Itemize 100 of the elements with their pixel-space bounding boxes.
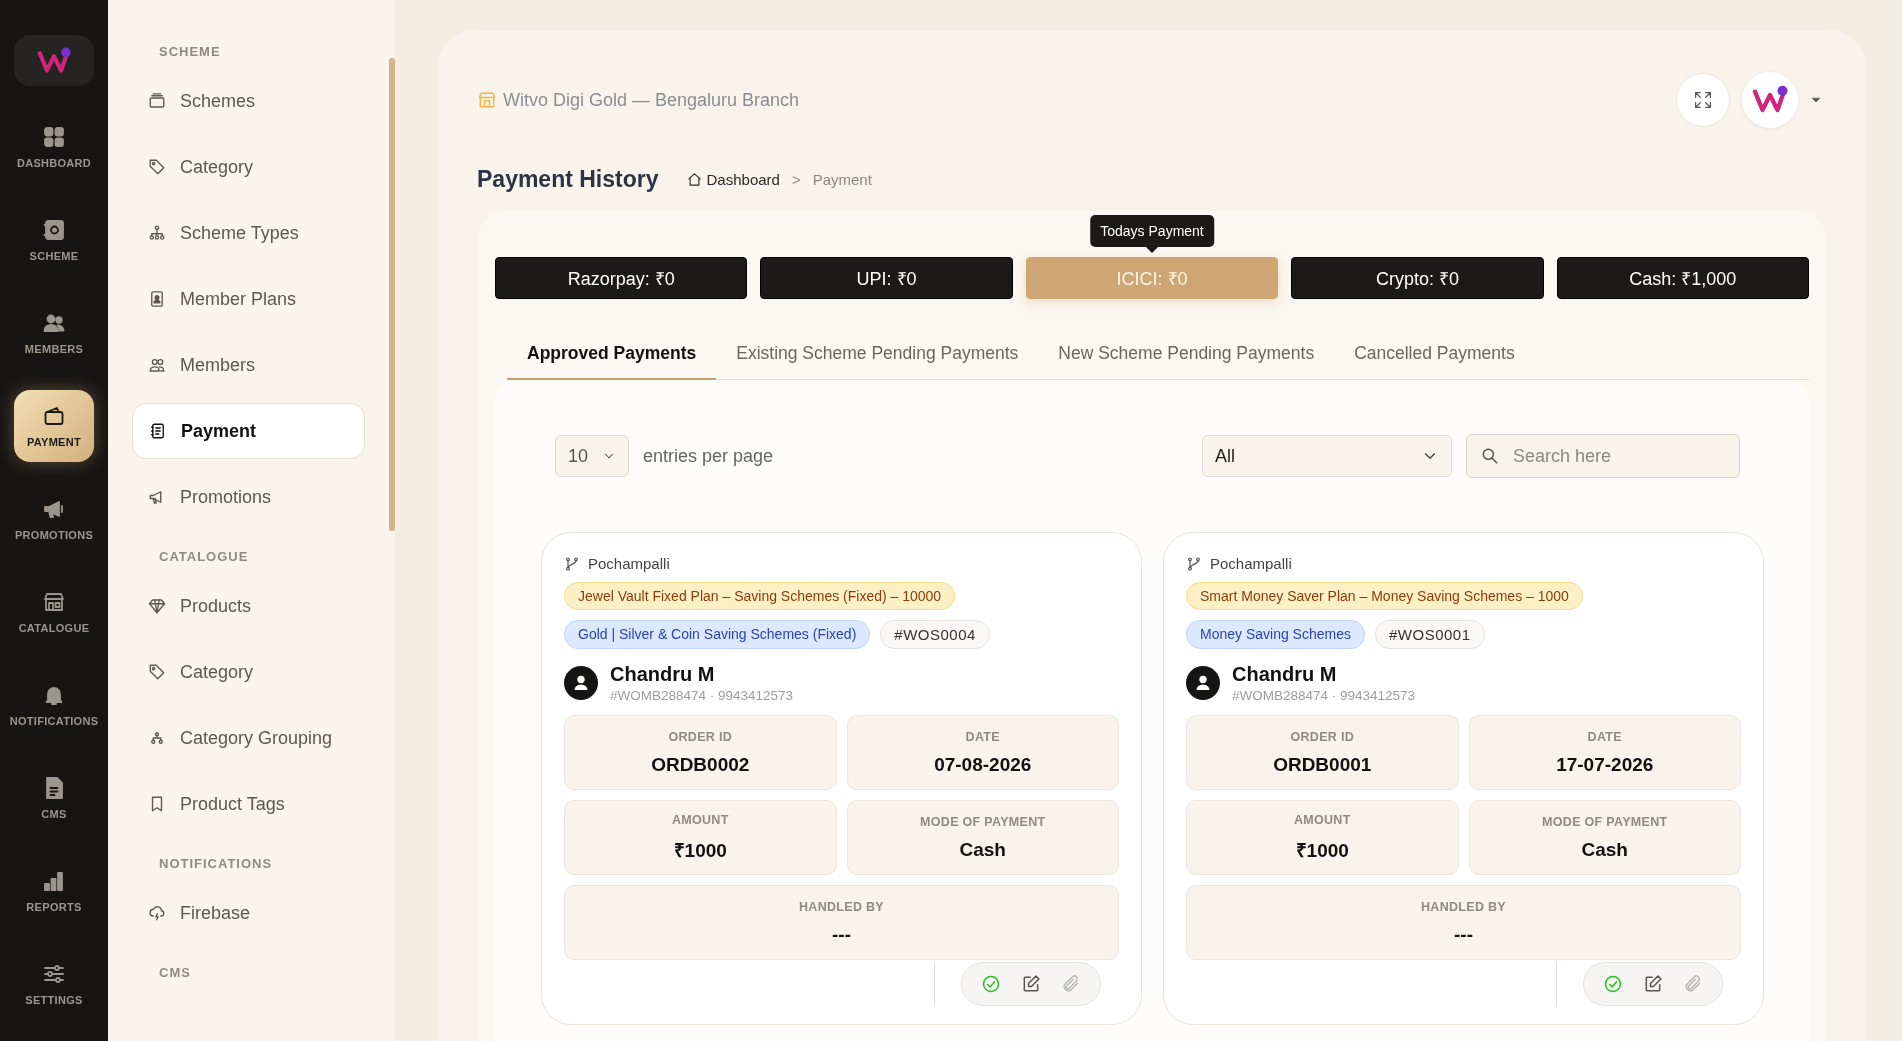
home-icon [686, 172, 702, 187]
rail-nav-item[interactable]: CMS [14, 762, 94, 834]
check-circle-icon [981, 974, 1001, 994]
tab[interactable]: Existing Scheme Pending Payments [716, 331, 1039, 380]
page-title: Payment History [477, 166, 659, 193]
field-value: ₹1000 [1295, 838, 1349, 863]
paperclip-icon [1683, 974, 1703, 994]
rail-nav-item[interactable]: SETTINGS [14, 948, 94, 1020]
field-label: DATE [965, 729, 1000, 744]
branch-name: Witvo Digi Gold — Bengaluru Branch [503, 89, 800, 111]
sidebar-item[interactable]: Category Grouping [132, 710, 365, 766]
edit-icon [1021, 974, 1041, 994]
rail-nav-item[interactable]: PROMOTIONS [11, 483, 97, 555]
tooltip: Todays Payment [1090, 215, 1214, 247]
sidebar-item[interactable]: Product Tags [132, 776, 365, 832]
grid-icon [42, 125, 66, 149]
payment-total-button[interactable]: UPI: ₹0 [760, 257, 1013, 299]
scrollbar[interactable] [389, 58, 395, 531]
sidebar-item[interactable]: Member Plans [132, 271, 365, 327]
payment-total-button[interactable]: Crypto: ₹0 [1291, 257, 1544, 299]
rail-nav-item[interactable]: MEMBERS [14, 297, 94, 369]
branch-label: Pochampalli [588, 555, 670, 572]
edit-icon [1643, 974, 1663, 994]
hierarchy-icon [148, 224, 166, 242]
sidebar-item[interactable]: Products [132, 578, 365, 634]
rail-nav-item[interactable]: REPORTS [14, 855, 94, 927]
section-heading: CATALOGUE [159, 549, 250, 564]
fullscreen-button[interactable] [1676, 73, 1730, 127]
page-size-label: entries per page [643, 445, 774, 467]
field-label: HANDLED BY [799, 899, 884, 914]
rail-nav-item[interactable]: CATALOGUE [14, 576, 94, 648]
sidebar-item[interactable]: Scheme Types [132, 205, 365, 261]
check-circle-icon [1603, 974, 1623, 994]
tab[interactable]: New Scheme Pending Payments [1038, 331, 1335, 380]
field-label: AMOUNT [671, 812, 729, 827]
user-avatar-icon [564, 666, 598, 700]
plan-tag: Smart Money Saver Plan – Money Saving Schemes – 1000 [1186, 582, 1583, 610]
tag-icon [148, 663, 166, 681]
tooltip-pointer [1146, 247, 1158, 253]
hierarchy-icon [148, 729, 166, 747]
rail-nav-item[interactable]: PAYMENT [14, 390, 94, 462]
id-badge-icon [148, 290, 166, 308]
sidebar-item[interactable]: Members [132, 337, 365, 393]
branch-icon [564, 555, 580, 572]
cloud-icon [148, 904, 166, 922]
fullscreen-icon [1692, 89, 1714, 111]
tab[interactable]: Cancelled Payments [1334, 331, 1535, 380]
breadcrumb-separator: > [791, 171, 801, 188]
field-label: HANDLED BY [1421, 899, 1506, 914]
wallet-icon [42, 404, 66, 428]
section-heading: SCHEME [159, 44, 222, 59]
branch-icon [1186, 555, 1202, 572]
member-id: #WOMB288474 · 9943412573 [1232, 688, 1416, 703]
sidebar-item[interactable]: Promotions [132, 469, 365, 525]
field-value: 17-07-2026 [1556, 753, 1654, 776]
rail-nav-item[interactable]: SCHEME [14, 204, 94, 276]
payment-total-button[interactable]: Razorpay: ₹0 [495, 257, 748, 299]
field-label: AMOUNT [1293, 812, 1351, 827]
field-label: ORDER ID [668, 729, 732, 744]
field-value: Cash [959, 838, 1006, 861]
store-icon [42, 590, 66, 614]
field-value: --- [1454, 923, 1473, 946]
field-label: MODE OF PAYMENT [920, 814, 1046, 829]
member-name: Chandru M [1232, 663, 1338, 686]
sidebar-item[interactable]: Category [132, 644, 365, 700]
field-value: --- [832, 923, 851, 946]
user-avatar-icon [1186, 666, 1220, 700]
diamond-icon [148, 597, 166, 615]
field-label: MODE OF PAYMENT [1542, 814, 1668, 829]
rail-nav-item[interactable]: NOTIFICATIONS [6, 669, 102, 741]
receipt-icon [149, 422, 167, 440]
plan-tag: Jewel Vault Fixed Plan – Saving Schemes (Fixed) – 10000 [564, 582, 956, 610]
bar-chart-icon [42, 869, 66, 893]
sidebar-item[interactable]: Category [132, 139, 365, 195]
search-icon [1480, 446, 1500, 466]
tag-icon [148, 158, 166, 176]
branch-label: Pochampalli [1210, 555, 1292, 572]
profile-avatar-button[interactable] [1742, 72, 1798, 128]
sidebar-item[interactable]: Payment [132, 403, 365, 459]
section-heading: CMS [159, 965, 192, 980]
safe-icon [42, 218, 66, 242]
rail-nav-item[interactable]: DASHBOARD [13, 111, 95, 183]
logo-tile[interactable] [14, 35, 94, 86]
sidebar-item[interactable]: Firebase [132, 885, 365, 941]
field-value: Cash [1581, 838, 1628, 861]
payment-total-button[interactable]: Cash: ₹1,000 [1556, 257, 1810, 299]
field-value: ORDB0002 [651, 753, 750, 776]
page-size-select[interactable]: 10 [555, 435, 629, 477]
field-value: ORDB0001 [1273, 753, 1372, 776]
scheme-code-tag: #WOS0004 [880, 620, 990, 649]
section-heading: NOTIFICATIONS [159, 856, 274, 871]
search-field[interactable]: Search here [1466, 434, 1740, 478]
member-name: Chandru M [610, 663, 716, 686]
breadcrumb-link[interactable]: Dashboard [686, 171, 780, 188]
scheme-code-tag: #WOS0001 [1374, 620, 1485, 649]
member-id: #WOMB288474 · 9943412573 [610, 688, 794, 703]
store-icon [477, 90, 497, 110]
filter-select[interactable]: All [1202, 435, 1452, 477]
paperclip-icon [1061, 974, 1081, 994]
sidebar-item[interactable]: Schemes [132, 73, 365, 129]
